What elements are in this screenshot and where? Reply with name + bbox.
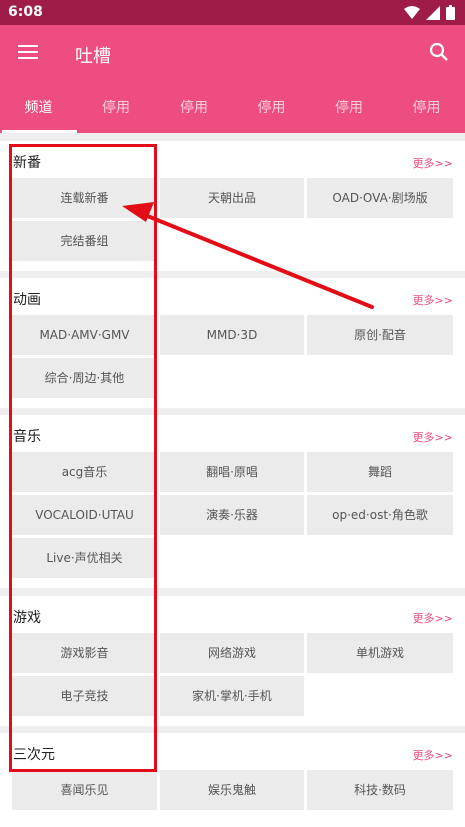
section-title: 动画 <box>13 292 41 308</box>
channel-item[interactable]: OAD·OVA·剧场版 <box>307 178 453 218</box>
channel-item[interactable]: 演奏·乐器 <box>160 495 304 535</box>
tab-disabled-5[interactable]: 停用 <box>388 83 465 133</box>
section-real-life: 三次元 更多>> 喜闻乐见 娱乐鬼触 科技·数码 <box>0 733 465 827</box>
section-title: 游戏 <box>13 610 41 626</box>
channel-item[interactable]: VOCALOID·UTAU <box>12 495 157 535</box>
channel-item[interactable]: Live·声优相关 <box>12 538 157 578</box>
section-title: 新番 <box>13 155 41 171</box>
tab-channel[interactable]: 频道 <box>0 83 77 133</box>
channel-item[interactable]: op·ed·ost·角色歌 <box>307 495 453 535</box>
more-link[interactable]: 更多>> <box>413 155 453 171</box>
menu-icon[interactable] <box>18 43 40 63</box>
more-link[interactable]: 更多>> <box>413 292 453 308</box>
channel-item[interactable]: 网络游戏 <box>160 633 304 673</box>
channel-item[interactable]: MMD·3D <box>160 315 304 355</box>
channel-item[interactable]: 综合·周边·其他 <box>12 358 157 398</box>
section-title: 三次元 <box>13 747 55 763</box>
channel-item[interactable]: 天朝出品 <box>160 178 304 218</box>
section-animation: 动画 更多>> MAD·AMV·GMV MMD·3D 原创·配音 综合·周边·其… <box>0 278 465 408</box>
more-link[interactable]: 更多>> <box>413 747 453 763</box>
tab-disabled-4[interactable]: 停用 <box>310 83 388 133</box>
channel-item[interactable]: 连载新番 <box>12 178 157 218</box>
search-icon[interactable] <box>429 42 449 62</box>
section-title: 音乐 <box>13 429 41 445</box>
section-music: 音乐 更多>> acg音乐 翻唱·原唱 舞蹈 VOCALOID·UTAU 演奏·… <box>0 415 465 588</box>
page-title: 吐槽 <box>75 46 111 67</box>
channel-item[interactable]: 家机·掌机·手机 <box>160 676 304 716</box>
section-games: 游戏 更多>> 游戏影音 网络游戏 单机游戏 电子竞技 家机·掌机·手机 <box>0 596 465 726</box>
app-bar: 吐槽 <box>0 25 465 83</box>
status-time: 6:08 <box>8 4 43 20</box>
channel-item[interactable]: 游戏影音 <box>12 633 157 673</box>
status-bar: 6:08 <box>0 0 465 25</box>
channel-item[interactable]: 电子竞技 <box>12 676 157 716</box>
channel-item[interactable]: MAD·AMV·GMV <box>12 315 157 355</box>
channel-item[interactable]: 单机游戏 <box>307 633 453 673</box>
more-link[interactable]: 更多>> <box>413 429 453 445</box>
channel-item[interactable]: 舞蹈 <box>307 452 453 492</box>
channel-item[interactable]: 原创·配音 <box>307 315 453 355</box>
tab-disabled-3[interactable]: 停用 <box>233 83 310 133</box>
channel-item[interactable]: 完结番组 <box>12 221 157 261</box>
battery-icon <box>446 5 455 20</box>
signal-icon <box>426 5 440 20</box>
tab-disabled-2[interactable]: 停用 <box>155 83 233 133</box>
more-link[interactable]: 更多>> <box>413 610 453 626</box>
channel-item[interactable]: 科技·数码 <box>307 770 453 810</box>
channel-item[interactable]: 翻唱·原唱 <box>160 452 304 492</box>
section-new-anime: 新番 更多>> 连载新番 天朝出品 OAD·OVA·剧场版 完结番组 <box>0 141 465 271</box>
tab-bar: 频道 停用 停用 停用 停用 停用 <box>0 83 465 133</box>
channel-list: 新番 更多>> 连载新番 天朝出品 OAD·OVA·剧场版 完结番组 动画 更多… <box>0 133 465 827</box>
tab-disabled-1[interactable]: 停用 <box>77 83 155 133</box>
wifi-icon <box>404 5 420 19</box>
channel-item[interactable]: 娱乐鬼触 <box>160 770 304 810</box>
channel-item[interactable]: acg音乐 <box>12 452 157 492</box>
channel-item[interactable]: 喜闻乐见 <box>12 770 157 810</box>
